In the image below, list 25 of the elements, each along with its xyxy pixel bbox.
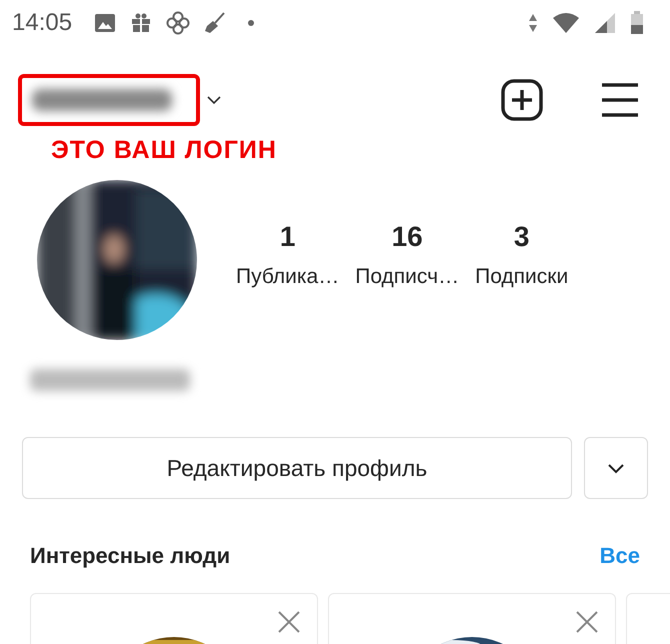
menu-icon[interactable] (600, 82, 640, 118)
chevron-down-icon[interactable] (206, 95, 222, 105)
image-icon (94, 13, 116, 33)
data-arrows-icon (528, 13, 538, 33)
stat-count[interactable]: 1 (280, 221, 296, 253)
stat-label[interactable]: Публика… (236, 265, 340, 289)
stat-label[interactable]: Подписки (475, 265, 568, 289)
wifi-icon (552, 12, 580, 34)
status-time: 14:05 (12, 9, 72, 37)
add-post-icon[interactable] (500, 78, 544, 122)
annotation-text: ЭТО ВАШ ЛОГИН (51, 136, 278, 165)
section-title: Интересные люди (30, 543, 230, 569)
stat-count[interactable]: 16 (392, 221, 423, 253)
stat-label[interactable]: Подписч… (355, 265, 460, 289)
notification-dot-icon (248, 20, 254, 26)
signal-icon (594, 12, 616, 34)
battery-icon (630, 11, 644, 35)
close-icon[interactable] (575, 610, 599, 634)
edit-profile-button[interactable]: Редактировать профиль (22, 437, 572, 499)
chevron-down-icon (607, 462, 625, 474)
gift-icon (130, 12, 152, 34)
broom-icon (204, 12, 226, 34)
stat-count[interactable]: 3 (514, 221, 530, 253)
fan-icon (166, 11, 190, 35)
close-icon[interactable] (277, 610, 301, 634)
